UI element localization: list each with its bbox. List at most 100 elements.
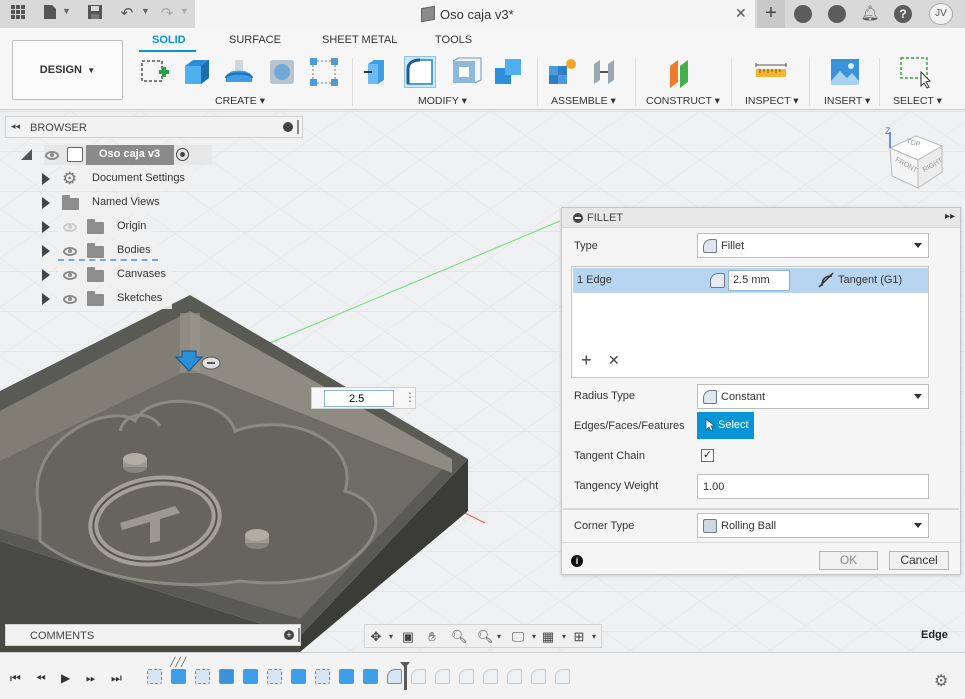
edge-radius-input[interactable]: 2.5 mm (728, 270, 790, 291)
info-icon[interactable]: i (571, 555, 583, 567)
timeline-canvas-item[interactable] (219, 669, 234, 684)
joint-icon[interactable] (590, 56, 622, 88)
file-menu-caret-icon[interactable]: ▼ (62, 6, 71, 16)
insert-image-icon[interactable] (829, 56, 861, 88)
extrude-icon[interactable] (181, 56, 213, 88)
assemble-group-label[interactable]: ASSEMBLE ▾ (551, 95, 616, 107)
display-settings-icon[interactable]: 🖵︎ (511, 630, 525, 644)
comments-panel-header[interactable]: COMMENTS + (5, 624, 301, 646)
measure-icon[interactable] (755, 56, 787, 88)
document-tab[interactable]: Oso caja v3* ✕ (195, 0, 755, 28)
timeline-fillet-item[interactable] (555, 669, 570, 684)
cancel-button[interactable]: Cancel (889, 551, 949, 570)
collapse-browser-icon[interactable]: ◂◂ (11, 121, 20, 132)
visibility-eye-icon[interactable] (45, 151, 59, 160)
timeline-marker[interactable] (400, 662, 410, 690)
tab-solid[interactable]: SOLID (152, 34, 186, 46)
radius-manipulator-input[interactable] (324, 390, 394, 407)
new-tab-plus-icon[interactable]: + (757, 0, 785, 28)
browser-item-origin[interactable]: Origin (38, 217, 198, 237)
radius-type-select[interactable]: Constant (697, 384, 929, 409)
edge-selection-row[interactable]: 1 Edge 2.5 mm Tangent (G1) (573, 268, 928, 293)
close-tab-icon[interactable]: ✕ (735, 5, 747, 22)
browser-item-bodies[interactable]: Bodies (38, 241, 198, 261)
undo-menu-caret-icon[interactable]: ▼ (141, 6, 150, 16)
tab-surface[interactable]: SURFACE (229, 34, 281, 46)
timeline-sketch-item[interactable] (147, 669, 162, 684)
display-menu-caret-icon[interactable]: ▾ (527, 630, 541, 644)
zoom-window-icon[interactable]: 🔍︎ (477, 630, 494, 644)
viewports-icon[interactable]: ⊞ (572, 630, 586, 644)
go-to-start-icon[interactable]: ⏮ (10, 671, 21, 686)
file-icon[interactable] (40, 4, 60, 24)
timeline-sketch-item[interactable] (195, 669, 210, 684)
new-component-icon[interactable] (546, 56, 578, 88)
fillet-icon[interactable] (404, 56, 436, 88)
timeline-settings-gear-icon[interactable]: ⚙ (934, 671, 948, 691)
tangent-chain-checkbox[interactable]: ✓ (701, 449, 714, 462)
select-edges-button[interactable]: Select (697, 412, 754, 439)
expand-dialog-icon[interactable]: ▸▸ (945, 211, 955, 222)
redo-icon[interactable]: ↷ (157, 4, 177, 24)
orbit-icon[interactable]: ✥ (369, 630, 383, 644)
timeline-sketch-item[interactable] (267, 669, 282, 684)
add-edge-set-icon[interactable]: + (581, 351, 592, 369)
type-select[interactable]: Fillet (697, 233, 929, 258)
combine-icon[interactable] (493, 56, 525, 88)
expand-triangle-icon[interactable] (42, 197, 50, 209)
select-box-icon[interactable] (899, 56, 931, 89)
insert-group-label[interactable]: INSERT ▾ (824, 95, 870, 107)
timeline-fillet-item[interactable] (483, 669, 498, 684)
timeline-extrude-item[interactable] (171, 669, 186, 684)
user-avatar[interactable]: JV (929, 3, 953, 25)
browser-item-sketches[interactable]: Sketches (38, 289, 198, 309)
continuity-value[interactable]: Tangent (G1) (838, 274, 902, 286)
timeline-fillet-item[interactable] (459, 669, 474, 684)
select-group-label[interactable]: SELECT ▾ (893, 95, 942, 107)
visibility-eye-icon[interactable] (63, 247, 77, 256)
look-at-icon[interactable]: ▣ (401, 630, 415, 644)
redo-menu-caret-icon[interactable]: ▼ (180, 6, 189, 16)
timeline-sketch-item[interactable] (315, 669, 330, 684)
browser-pin-icon[interactable] (297, 120, 299, 134)
zoom-icon[interactable]: 🔍︎ (451, 630, 468, 644)
expand-triangle-icon[interactable] (42, 269, 50, 281)
add-comment-icon[interactable]: + (284, 630, 294, 640)
expand-triangle-icon[interactable] (42, 293, 50, 305)
extensions-icon[interactable] (794, 5, 812, 23)
hidden-eye-icon[interactable] (63, 223, 77, 232)
tangent-continuity-icon[interactable] (818, 272, 834, 288)
viewcube[interactable]: Z TOP FRONT RIGHT (882, 126, 952, 196)
pan-hand-icon[interactable]: ✋︎ (425, 630, 439, 644)
job-status-clock-icon[interactable] (828, 5, 846, 23)
go-to-end-icon[interactable]: ⏭ (111, 671, 122, 686)
expand-triangle-icon[interactable] (42, 245, 50, 257)
browser-root-row[interactable]: Oso caja v3 (18, 145, 212, 165)
press-pull-icon[interactable] (362, 56, 394, 88)
remove-edge-set-icon[interactable]: ✕ (608, 353, 620, 367)
notification-bell-icon[interactable]: 🔔︎ (860, 4, 880, 24)
expand-triangle-icon[interactable] (42, 173, 50, 185)
create-sketch-icon[interactable] (139, 56, 171, 88)
more-options-icon[interactable]: ⋮ (404, 390, 416, 404)
timeline-fillet-item[interactable] (507, 669, 522, 684)
browser-item-document-settings[interactable]: ⚙ Document Settings (38, 169, 198, 189)
undo-icon[interactable]: ↶ (117, 4, 137, 24)
zoom-menu-caret-icon[interactable]: ▾ (492, 630, 506, 644)
grid-menu-caret-icon[interactable]: ▾ (557, 630, 571, 644)
revolve-icon[interactable] (223, 56, 255, 88)
timeline-extrude-item[interactable] (339, 669, 354, 684)
pattern-icon[interactable] (308, 56, 340, 88)
visibility-eye-icon[interactable] (63, 271, 77, 280)
timeline-fillet-item[interactable] (531, 669, 546, 684)
tab-sheet-metal[interactable]: SHEET METAL (322, 34, 397, 46)
orbit-menu-caret-icon[interactable]: ▾ (384, 630, 398, 644)
tab-tools[interactable]: TOOLS (435, 34, 472, 46)
timeline-extrude-item[interactable] (243, 669, 258, 684)
help-icon[interactable]: ? (894, 5, 912, 23)
timeline-fillet-item[interactable] (411, 669, 426, 684)
timeline-extrude-item[interactable] (363, 669, 378, 684)
step-back-icon[interactable]: ⏪︎ (36, 671, 46, 686)
ok-button[interactable]: OK (819, 551, 878, 570)
shell-icon[interactable] (450, 56, 482, 88)
